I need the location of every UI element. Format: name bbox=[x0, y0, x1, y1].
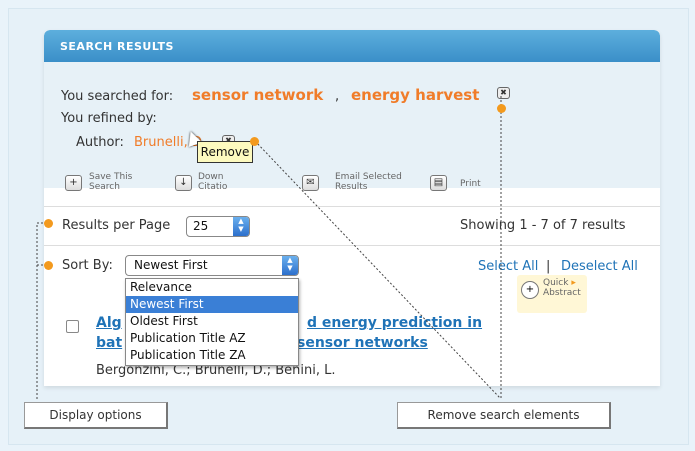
panel-title: SEARCH RESULTS bbox=[60, 40, 174, 53]
sort-dropdown-list: Relevance Newest First Oldest First Publ… bbox=[125, 278, 299, 366]
email-icon[interactable]: ✉ bbox=[302, 175, 319, 191]
annotation-dot bbox=[44, 261, 53, 270]
save-search-icon[interactable]: + bbox=[65, 175, 82, 191]
remove-term-icon[interactable]: ✖ bbox=[497, 87, 510, 99]
results-per-page-value: 25 bbox=[193, 219, 209, 233]
quick-abstract-button[interactable]: + Quick ▸ Abstract bbox=[517, 275, 587, 313]
row-divider bbox=[44, 245, 660, 246]
remove-tooltip: Remove bbox=[197, 141, 253, 163]
annotation-dot bbox=[44, 219, 53, 228]
download-icon[interactable]: ↓ bbox=[175, 175, 192, 191]
search-term-2[interactable]: energy harvest bbox=[351, 86, 479, 104]
toolbar-divider bbox=[44, 206, 660, 207]
email-results-button[interactable]: Email Selected Results bbox=[335, 172, 402, 192]
display-options-callout: Display options bbox=[24, 402, 168, 429]
result-title-part[interactable]: d energy prediction in bbox=[307, 315, 482, 331]
print-icon[interactable]: ▤ bbox=[430, 175, 447, 191]
terms-separator: , bbox=[335, 89, 340, 104]
select-arrows-icon: ▲ ▼ bbox=[282, 256, 298, 275]
select-all-link[interactable]: Select All bbox=[478, 259, 538, 274]
annotation-dot bbox=[250, 137, 259, 146]
print-button[interactable]: Print bbox=[460, 179, 481, 189]
sort-option-newest[interactable]: Newest First bbox=[126, 296, 298, 313]
result-title-part[interactable]: bat bbox=[96, 335, 122, 351]
results-per-page-label: Results per Page bbox=[62, 218, 171, 233]
deselect-all-link[interactable]: Deselect All bbox=[561, 259, 638, 274]
showing-count: Showing 1 - 7 of 7 results bbox=[460, 218, 626, 233]
results-per-page-select[interactable]: 25 ▲ ▼ bbox=[186, 216, 250, 237]
sort-option-oldest[interactable]: Oldest First bbox=[126, 313, 298, 330]
panel-header: SEARCH RESULTS bbox=[44, 30, 660, 62]
sort-option-title-az[interactable]: Publication Title AZ bbox=[126, 330, 298, 347]
selection-separator: | bbox=[546, 259, 551, 274]
save-search-button[interactable]: Save This Search bbox=[89, 172, 132, 192]
refined-by-label: You refined by: bbox=[61, 111, 157, 126]
sort-by-select[interactable]: Newest First ▲ ▼ bbox=[125, 255, 299, 276]
remove-elements-callout: Remove search elements bbox=[397, 402, 611, 429]
result-title-part[interactable]: Alg bbox=[96, 315, 122, 331]
result-checkbox[interactable] bbox=[66, 320, 79, 333]
select-arrows-icon: ▲ ▼ bbox=[233, 217, 249, 236]
sort-option-relevance[interactable]: Relevance bbox=[126, 279, 298, 296]
annotation-dot bbox=[497, 104, 506, 113]
result-title-part[interactable]: sensor networks bbox=[297, 335, 428, 351]
search-term-1[interactable]: sensor network bbox=[192, 86, 323, 104]
author-label: Author: bbox=[76, 135, 124, 150]
sort-by-label: Sort By: bbox=[62, 258, 113, 273]
sort-by-value: Newest First bbox=[134, 258, 208, 272]
quick-abstract-label: Quick ▸ Abstract bbox=[543, 278, 581, 298]
download-citations-button[interactable]: Down Citatio bbox=[198, 172, 227, 192]
searched-for-label: You searched for: bbox=[61, 89, 174, 104]
sort-option-title-za[interactable]: Publication Title ZA bbox=[126, 347, 298, 364]
magnifier-icon: + bbox=[521, 281, 539, 299]
